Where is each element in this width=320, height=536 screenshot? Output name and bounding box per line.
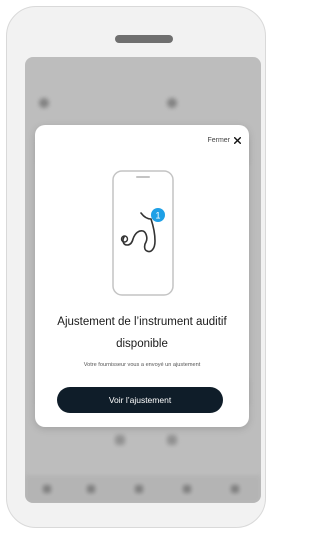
badge-count: 1 (155, 211, 160, 221)
app-screen: Fermer 1 Ajustement de l’instrument audi… (25, 57, 261, 503)
phone-illustration: 1 (112, 170, 174, 296)
adjustment-available-dialog: Fermer 1 Ajustement de l’instrument audi… (35, 125, 249, 427)
phone-speaker (115, 35, 173, 43)
phone-frame: Fermer 1 Ajustement de l’instrument audi… (6, 6, 266, 528)
dialog-subtitle: Votre fournisseur vous a envoyé un ajust… (83, 362, 201, 368)
dialog-title: Ajustement de l’instrument auditif dispo… (57, 316, 227, 350)
close-button[interactable]: Fermer (207, 137, 241, 144)
view-adjustment-button[interactable]: Voir l’ajustement (57, 387, 223, 413)
close-label: Fermer (207, 137, 230, 144)
notification-badge: 1 (151, 208, 165, 222)
close-icon (234, 137, 241, 144)
